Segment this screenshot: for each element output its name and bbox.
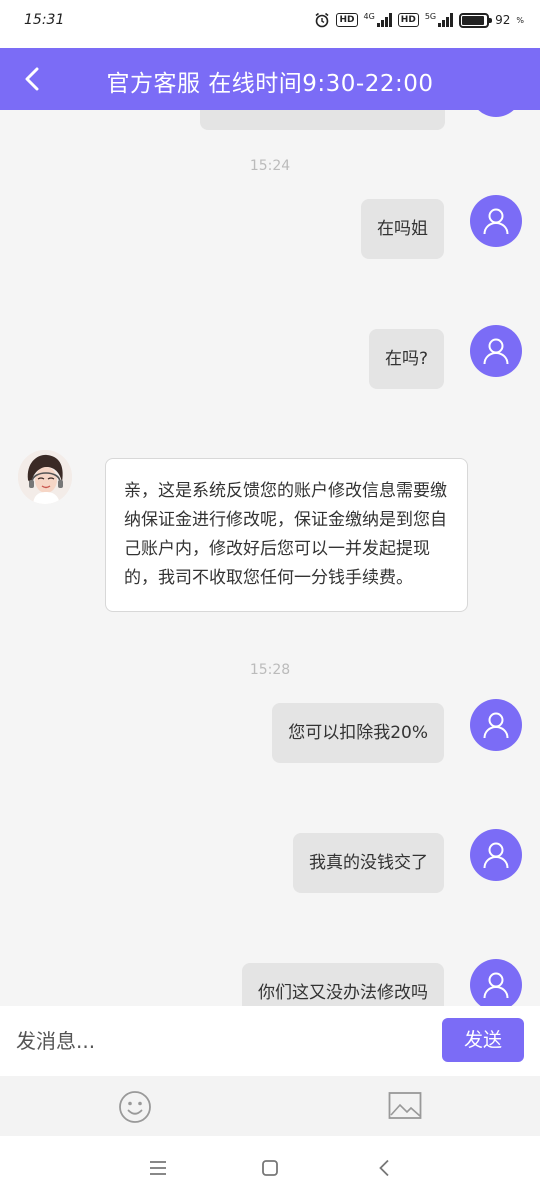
- user-avatar[interactable]: [470, 959, 522, 1006]
- previous-message-bubble: [200, 110, 445, 130]
- hd-badge: HD: [336, 13, 358, 27]
- customer-service-agent-icon: [18, 450, 72, 504]
- emoji-button[interactable]: [118, 1090, 152, 1124]
- status-icons: HD 4G HD 5G 92 %: [314, 12, 524, 28]
- system-nav-bar: [0, 1136, 540, 1200]
- previous-user-avatar: [470, 110, 522, 117]
- attachment-toolbar: [0, 1076, 540, 1136]
- user-icon: [483, 712, 509, 739]
- send-button[interactable]: 发送: [442, 1018, 524, 1062]
- battery-icon: [459, 12, 493, 28]
- incoming-message[interactable]: 亲，这是系统反馈您的账户修改信息需要缴纳保证金进行修改呢，保证金缴纳是到您自己账…: [105, 458, 468, 612]
- chat-history[interactable]: 15:24 在吗姐 在吗? 亲，这是系统反馈您的账户修改信息需要缴纳保证金进行修…: [0, 110, 540, 1006]
- outgoing-message[interactable]: 您可以扣除我20%: [272, 703, 444, 763]
- network-4g-label: 4G: [363, 12, 375, 21]
- outgoing-message[interactable]: 你们这又没办法修改吗: [242, 963, 444, 1006]
- nav-menu-button[interactable]: [144, 1154, 172, 1182]
- message-input[interactable]: [16, 1024, 416, 1058]
- percent-icon: %: [516, 15, 524, 25]
- alarm-icon: [315, 12, 329, 28]
- user-icon: [483, 208, 509, 235]
- network-5g-label: 5G: [424, 12, 437, 21]
- timestamp: 15:28: [249, 662, 291, 678]
- user-avatar[interactable]: [470, 699, 522, 751]
- chat-header: 官方客服 在线时间9:30-22:00: [0, 48, 540, 110]
- message-input-bar: 发送: [0, 1006, 540, 1076]
- nav-home-button[interactable]: [256, 1154, 284, 1182]
- signal-icon: [376, 13, 392, 27]
- outgoing-message[interactable]: 我真的没钱交了: [293, 833, 444, 893]
- nav-back-button[interactable]: [370, 1154, 398, 1182]
- status-time: 15:31: [24, 12, 65, 28]
- user-avatar[interactable]: [470, 325, 522, 377]
- image-icon: [388, 1092, 422, 1119]
- outgoing-message[interactable]: 在吗姐: [361, 199, 444, 259]
- user-icon: [483, 842, 509, 869]
- hd-badge-2: HD: [397, 13, 419, 27]
- page-title: 官方客服 在线时间9:30-22:00: [106, 71, 434, 97]
- outgoing-message[interactable]: 在吗?: [368, 329, 444, 389]
- status-bar: 15:31 HD 4G HD 5G 92 %: [0, 0, 540, 48]
- triangle-back-icon: [379, 1159, 389, 1177]
- timestamp: 15:24: [249, 158, 291, 174]
- agent-avatar[interactable]: [18, 450, 72, 504]
- user-avatar[interactable]: [470, 829, 522, 881]
- signal-icon-2: [438, 13, 454, 27]
- user-icon: [483, 972, 509, 999]
- battery-level: 92: [495, 13, 511, 27]
- user-icon: [483, 338, 509, 365]
- menu-icon: [150, 1161, 166, 1175]
- smiley-icon: [119, 1091, 151, 1123]
- square-icon: [262, 1160, 278, 1176]
- user-avatar[interactable]: [470, 195, 522, 247]
- image-button[interactable]: [388, 1091, 422, 1121]
